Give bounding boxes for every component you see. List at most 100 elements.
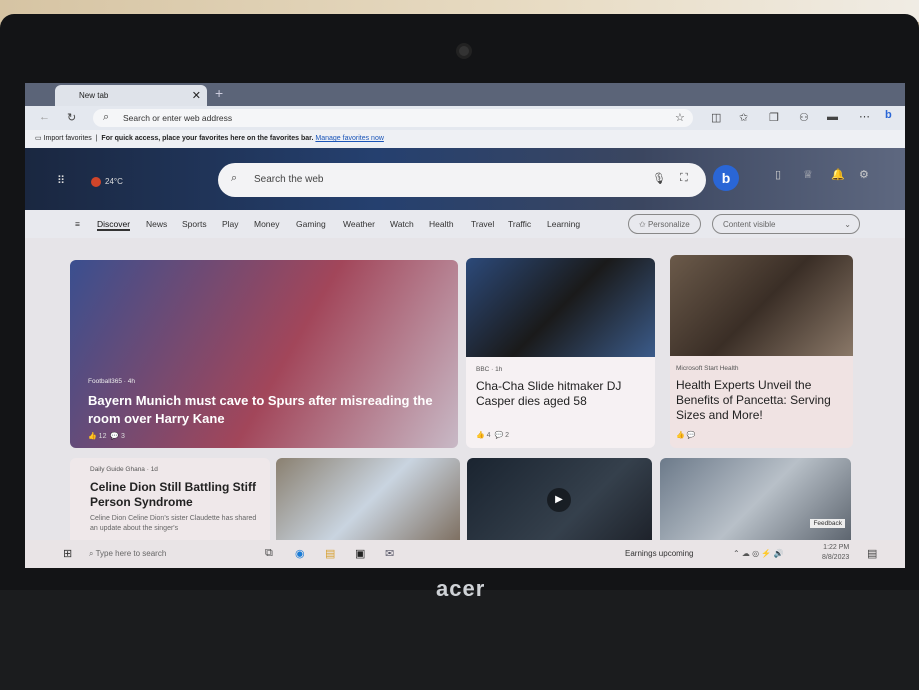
refresh-icon[interactable]: ↻ [67,111,76,124]
apps-grid-icon[interactable]: ⠿ [57,174,65,187]
card-title: Bayern Munich must cave to Spurs after m… [88,393,433,426]
chevron-down-icon: ⌄ [844,220,851,229]
news-card-image[interactable]: Feedback [660,458,851,548]
visual-search-icon[interactable]: ⛶ [680,172,688,185]
notifications-icon[interactable]: ▤ [867,547,877,560]
tab-new-tab[interactable]: New tab ✕ [55,85,207,106]
phone-icon[interactable]: ▯ [775,168,781,181]
file-explorer-icon[interactable]: ▤ [325,547,335,560]
web-search-input[interactable]: ⌕ Search the web 🎙 ⛶ [218,163,706,197]
notification-icon[interactable]: 🔔 [831,168,845,181]
extensions-icon[interactable]: ⚇ [799,111,809,124]
settings-icon[interactable]: ⚙ [859,168,869,181]
news-widget-label: Earnings upcoming [625,549,694,558]
microphone-icon[interactable]: 🎙 [652,172,666,185]
nav-news[interactable]: News [146,219,167,229]
address-input[interactable]: ⌕ Search or enter web address [93,109,693,127]
feedback-button[interactable]: Feedback [810,519,845,528]
nav-play[interactable]: Play [222,219,239,229]
nav-watch[interactable]: Watch [390,219,414,229]
back-icon[interactable]: ← [39,111,50,123]
nav-traffic[interactable]: Traffic [508,219,531,229]
feedback-icon[interactable]: ▬ [827,111,838,123]
video-card[interactable]: ▶ [467,458,652,548]
search-placeholder: Search the web [254,174,324,185]
news-card[interactable]: Microsoft Start Health Health Experts Un… [670,255,853,448]
favorites-bar: ▭ Import favorites | For quick access, p… [25,130,905,148]
menu-icon[interactable]: ≡ [75,219,80,229]
personalize-button[interactable]: ✩ Personalize [628,214,701,234]
favorites-message: For quick access, place your favorites h… [101,135,314,142]
personalize-label: Personalize [647,220,690,229]
import-favorites[interactable]: Import favorites [44,135,92,142]
nav-health[interactable]: Health [429,219,454,229]
mail-icon[interactable]: ✉ [385,547,394,560]
nav-travel[interactable]: Travel [471,219,494,229]
card-title: Cha-Cha Slide hitmaker DJ Casper dies ag… [476,379,622,408]
tab-strip: New tab ✕ + [25,83,905,106]
taskbar: ⊞ ⌕ Type here to search ⧉ ◉ ▤ ▣ ✉ Earnin… [25,540,905,568]
search-icon: ⌕ [103,111,110,123]
content-visible-label: Content visible [723,220,776,229]
search-icon: ⌕ [231,172,238,184]
content-visible-select[interactable]: Content visible ⌄ [712,214,860,234]
news-widget[interactable]: Earnings upcoming [625,549,693,558]
time: 1:22 PM [823,544,850,551]
weather-icon [91,177,101,187]
like-count[interactable]: 4 [487,432,491,439]
like-count[interactable]: 12 [99,433,107,440]
manage-favorites-link[interactable]: Manage favorites now [315,135,383,142]
windows-start-icon[interactable]: ⊞ [63,547,72,560]
more-icon[interactable]: ⋯ [859,110,870,123]
card-source: Football365 · 4h [88,378,135,385]
nav-learning[interactable]: Learning [547,219,580,229]
card-title: Celine Dion Still Battling Stiff Person … [90,480,256,509]
laptop-base [0,590,919,690]
card-image [670,255,853,356]
rewards-icon[interactable]: ♕ [803,168,813,181]
screen: New tab ✕ + ← ↻ ⌕ Search or enter web addr… [25,83,905,568]
comment-count[interactable]: 2 [505,432,509,439]
comment-count[interactable]: 3 [121,433,125,440]
split-screen-icon[interactable]: ◫ [711,111,721,124]
nav-gaming[interactable]: Gaming [296,219,326,229]
msn-header: ⠿ 24°C ⌕ Search the web 🎙 ⛶ b ▯ ♕ 🔔 ⚙ [25,148,905,210]
system-tray-icons[interactable]: ⌃ ☁ ◎ ⚡ 🔊 [733,549,784,558]
store-icon[interactable]: ▣ [355,547,365,560]
play-icon[interactable]: ▶ [547,488,571,512]
folder-icon: ▭ [35,135,44,142]
nav-money[interactable]: Money [254,219,280,229]
task-view-icon[interactable]: ⧉ [265,547,273,560]
new-tab-plus-icon[interactable]: + [215,85,223,101]
nav-discover[interactable]: Discover [97,219,131,231]
card-reactions: 👍 💬 [676,432,696,439]
tab-title: New tab [79,91,109,100]
news-feed: Football365 · 4h Bayern Munich must cave… [25,238,905,548]
date: 8/8/2023 [822,554,850,561]
star-icon[interactable]: ☆ [675,111,685,124]
news-card[interactable]: BBC · 1h Cha-Cha Slide hitmaker DJ Caspe… [466,258,655,448]
taskbar-search[interactable]: ⌕ Type here to search [89,549,166,559]
card-snippet: Celine Dion Celine Dion's sister Claudet… [90,515,257,532]
bing-chat-icon[interactable]: b [885,109,892,121]
nav-weather[interactable]: Weather [343,219,375,229]
card-source: BBC · 1h [476,366,503,373]
address-placeholder: Search or enter web address [123,113,233,123]
clock[interactable]: 1:22 PM 8/8/2023 [822,543,849,563]
msn-nav: ≡ Discover News Sports Play Money Gaming… [25,210,905,238]
address-bar-row: ← ↻ ⌕ Search or enter web address ☆ ◫ ✩ ❐… [25,106,905,130]
collections-icon[interactable]: ❐ [769,111,779,124]
weather-temp[interactable]: 24°C [105,177,123,186]
bing-button[interactable]: b [713,165,739,191]
webcam [456,43,472,59]
nav-sports[interactable]: Sports [182,219,207,229]
favorites-icon[interactable]: ✩ [739,111,748,124]
edge-icon[interactable]: ◉ [295,547,305,560]
card-source: Microsoft Start Health [676,365,739,372]
news-card[interactable]: Daily Guide Ghana · 1d Celine Dion Still… [70,458,270,548]
card-title: Health Experts Unveil the Benefits of Pa… [676,378,831,422]
taskbar-search-placeholder: Type here to search [95,549,167,558]
news-card-image[interactable] [276,458,460,548]
news-card[interactable]: Football365 · 4h Bayern Munich must cave… [70,260,458,448]
close-icon[interactable]: ✕ [192,89,201,102]
